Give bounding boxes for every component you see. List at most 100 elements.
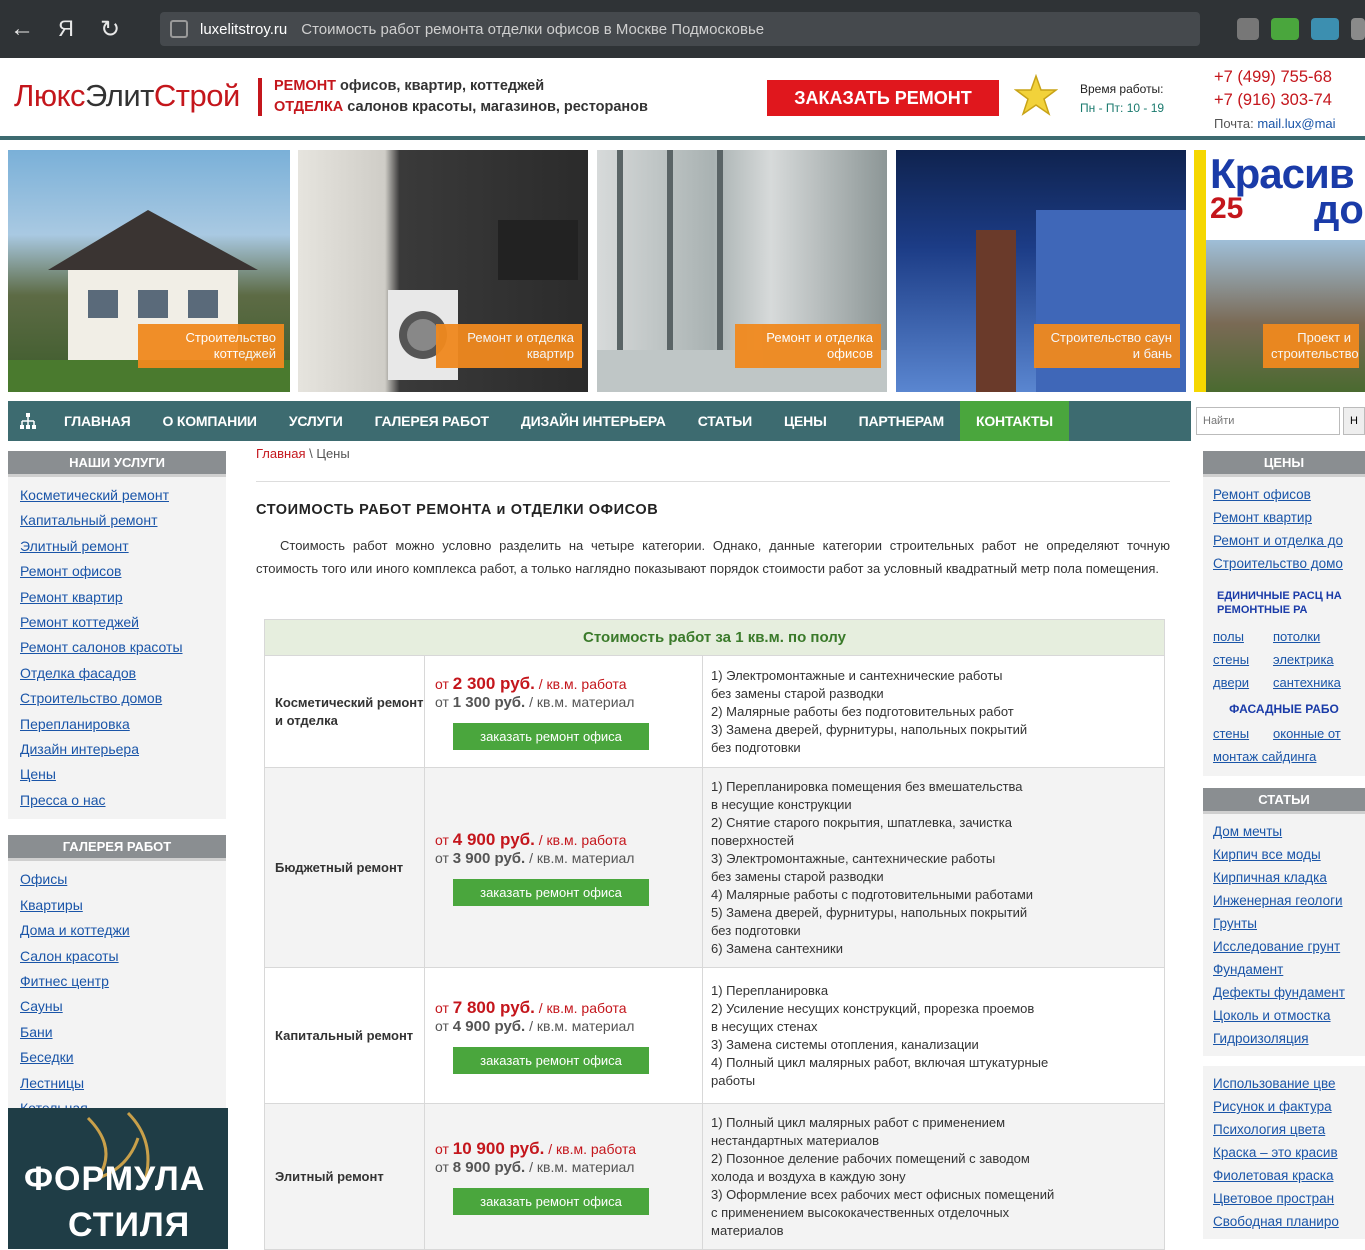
sidebar-link-service[interactable]: Капитальный ремонт	[20, 508, 226, 533]
sidebar-link-service[interactable]: Строительство домов	[20, 686, 226, 711]
sidebar-link-service[interactable]: Дизайн интерьера	[20, 737, 226, 762]
work-description: 1) Электромонтажные и сантехнические раб…	[702, 655, 1165, 768]
address-bar[interactable]: luxelitstroy.ru Стоимость работ ремонта …	[160, 12, 1200, 46]
nav-item-home[interactable]: ГЛАВНАЯ	[48, 401, 147, 441]
breadcrumb-current: Цены	[316, 446, 350, 461]
price-category-link[interactable]: полы	[1213, 625, 1273, 648]
sidebar-link-article[interactable]: Кирпич все моды	[1213, 843, 1365, 866]
mail-label: Почта:	[1214, 116, 1258, 131]
banner-offices[interactable]: Ремонт и отделка офисов	[597, 150, 887, 392]
working-hours: Время работы: Пн - Пт: 10 - 19	[1080, 80, 1164, 118]
sidebar-link-service[interactable]: Ремонт офисов	[20, 559, 226, 584]
nav-item-partners[interactable]: ПАРТНЕРАМ	[843, 401, 960, 441]
work-description: 1) Перепланировка 2) Усиление несущих ко…	[702, 967, 1165, 1104]
order-office-repair-button[interactable]: заказать ремонт офиса	[453, 722, 649, 750]
price-category-link[interactable]: сантехника	[1273, 671, 1341, 694]
sidebar-link-service[interactable]: Ремонт салонов красоты	[20, 635, 226, 660]
price-category-link[interactable]: стены	[1213, 648, 1273, 671]
banner-cottages[interactable]: Строительство коттеджей	[8, 150, 290, 392]
extension-icon[interactable]	[1237, 18, 1259, 40]
facade-link[interactable]: монтаж сайдинга	[1213, 745, 1316, 768]
sidebar-link-gallery[interactable]: Бани	[20, 1020, 226, 1045]
sidebar-link-service[interactable]: Косметический ремонт	[20, 483, 226, 508]
sidebar-link-article[interactable]: Свободная планиро	[1213, 1210, 1365, 1233]
sidebar-link-gallery[interactable]: Офисы	[20, 867, 226, 892]
nav-item-gallery[interactable]: ГАЛЕРЕЯ РАБОТ	[359, 401, 505, 441]
sidebar-link-service[interactable]: Ремонт коттеджей	[20, 610, 226, 635]
sidebar-link-article[interactable]: Гидроизоляция	[1213, 1027, 1365, 1050]
phone-number[interactable]: +7 (916) 303-74	[1214, 89, 1336, 112]
banner-caption: Строительство коттеджей	[138, 324, 284, 368]
banner-saunas[interactable]: Строительство саун и бань	[896, 150, 1186, 392]
sidebar-link-gallery[interactable]: Дома и коттеджи	[20, 918, 226, 943]
nav-item-company[interactable]: О КОМПАНИИ	[147, 401, 273, 441]
sidebar-link-article[interactable]: Грунты	[1213, 912, 1365, 935]
promo-banner[interactable]: ФОРМУЛА СТИЛЯ	[8, 1108, 228, 1249]
sidebar-link-article[interactable]: Рисунок и фактура	[1213, 1095, 1365, 1118]
nav-item-interior-design[interactable]: ДИЗАЙН ИНТЕРЬЕРА	[505, 401, 682, 441]
sidebar-link-price[interactable]: Ремонт квартир	[1213, 506, 1365, 529]
sidebar-link-gallery[interactable]: Фитнес центр	[20, 969, 226, 994]
sidebar-link-article[interactable]: Цоколь и отмостка	[1213, 1004, 1365, 1027]
price-value: 4 900 руб.	[452, 829, 535, 849]
banner-magazine[interactable]: Красив 25 до Проект и строительство	[1194, 150, 1365, 392]
extension-icon[interactable]	[1271, 18, 1299, 40]
sidebar-link-price[interactable]: Строительство домо	[1213, 552, 1365, 575]
order-repair-button[interactable]: ЗАКАЗАТЬ РЕМОНТ	[767, 80, 999, 116]
extension-icon[interactable]	[1311, 18, 1339, 40]
price-category-link[interactable]: оконные от	[1273, 722, 1341, 745]
sidebar-link-article[interactable]: Исследование грунт	[1213, 935, 1365, 958]
sidebar-link-service[interactable]: Пресса о нас	[20, 788, 226, 813]
sidebar-link-article[interactable]: Дом мечты	[1213, 820, 1365, 843]
price-cell: от 2 300 руб. / кв.м. работа от 1 300 руб…	[424, 655, 703, 768]
banner-caption: Ремонт и отделка квартир	[436, 324, 582, 368]
price-category-link[interactable]: стены	[1213, 722, 1273, 745]
sidebar-link-article[interactable]: Использование цве	[1213, 1072, 1365, 1095]
sidebar-link-article[interactable]: Краска – это красив	[1213, 1141, 1365, 1164]
search-button[interactable]: Н	[1343, 407, 1365, 435]
breadcrumb-home-link[interactable]: Главная	[256, 446, 305, 461]
sidebar-link-gallery[interactable]: Лестницы	[20, 1071, 226, 1096]
sidebar-link-service[interactable]: Ремонт квартир	[20, 585, 226, 610]
price-category-link[interactable]: потолки	[1273, 625, 1333, 648]
sidebar-link-price[interactable]: Ремонт и отделка до	[1213, 529, 1365, 552]
site-logo[interactable]: ЛюксЭлитСтрой	[14, 78, 240, 114]
phone-number[interactable]: +7 (499) 755-68	[1214, 66, 1336, 89]
sidebar-link-article[interactable]: Психология цвета	[1213, 1118, 1365, 1141]
extension-icon[interactable]	[1351, 18, 1365, 40]
banner-apartments[interactable]: Ремонт и отделка квартир	[298, 150, 588, 392]
price-category-link[interactable]: электрика	[1273, 648, 1334, 671]
sidebar-link-gallery[interactable]: Сауны	[20, 994, 226, 1019]
nav-item-articles[interactable]: СТАТЬИ	[682, 401, 768, 441]
sidebar-link-service[interactable]: Перепланировка	[20, 712, 226, 737]
order-office-repair-button[interactable]: заказать ремонт офиса	[453, 1046, 649, 1074]
sidebar-link-service[interactable]: Цены	[20, 762, 226, 787]
sidebar-link-service[interactable]: Элитный ремонт	[20, 534, 226, 559]
sidebar-link-service[interactable]: Отделка фасадов	[20, 661, 226, 686]
yandex-icon[interactable]: Я	[44, 0, 88, 58]
sidebar-link-article[interactable]: Кирпичная кладка	[1213, 866, 1365, 889]
order-office-repair-button[interactable]: заказать ремонт офиса	[453, 878, 649, 906]
nav-item-prices[interactable]: ЦЕНЫ	[768, 401, 843, 441]
sitemap-icon[interactable]	[8, 401, 48, 441]
back-arrow-icon[interactable]: ←	[0, 0, 44, 58]
sidebar-link-article[interactable]: Дефекты фундамент	[1213, 981, 1365, 1004]
search-input[interactable]	[1196, 407, 1340, 435]
sidebar-link-gallery[interactable]: Квартиры	[20, 893, 226, 918]
sidebar-link-article[interactable]: Фиолетовая краска	[1213, 1164, 1365, 1187]
nav-item-services[interactable]: УСЛУГИ	[273, 401, 359, 441]
sidebar-link-gallery[interactable]: Беседки	[20, 1045, 226, 1070]
mail-link[interactable]: mail.lux@mai	[1257, 116, 1335, 131]
reload-icon[interactable]: ↻	[88, 0, 132, 58]
sidebar-link-price[interactable]: Ремонт офисов	[1213, 483, 1365, 506]
price-category-link[interactable]: двери	[1213, 671, 1273, 694]
logo-divider	[258, 78, 262, 116]
nav-item-contacts[interactable]: КОНТАКТЫ	[960, 401, 1069, 441]
price-cell: от 7 800 руб. / кв.м. работа от 4 900 руб…	[424, 967, 703, 1104]
site-info-icon[interactable]	[170, 20, 188, 38]
sidebar-link-article[interactable]: Фундамент	[1213, 958, 1365, 981]
sidebar-link-gallery[interactable]: Салон красоты	[20, 944, 226, 969]
sidebar-link-article[interactable]: Инженерная геологи	[1213, 889, 1365, 912]
order-office-repair-button[interactable]: заказать ремонт офиса	[453, 1187, 649, 1215]
sidebar-link-article[interactable]: Цветовое простран	[1213, 1187, 1365, 1210]
